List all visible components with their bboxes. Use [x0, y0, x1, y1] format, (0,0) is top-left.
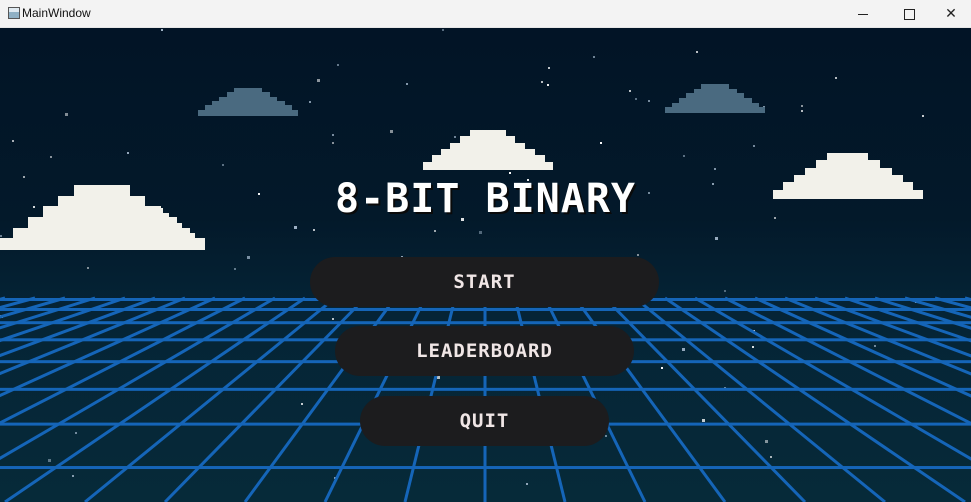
- grid-line-vertical: [0, 296, 36, 310]
- star: [696, 51, 698, 53]
- cloud-block: [470, 130, 506, 138]
- star: [724, 290, 726, 292]
- star: [648, 100, 650, 102]
- star: [479, 231, 482, 234]
- star: [317, 79, 320, 82]
- close-icon: ✕: [945, 6, 957, 22]
- maximize-button[interactable]: [886, 0, 932, 28]
- minimize-button[interactable]: [840, 0, 886, 28]
- star: [161, 29, 163, 31]
- star: [309, 101, 311, 103]
- star: [337, 64, 339, 66]
- star: [752, 346, 754, 348]
- star: [75, 432, 77, 434]
- star: [765, 440, 768, 443]
- star: [605, 435, 607, 437]
- grid-line-vertical: [694, 296, 971, 461]
- minimize-icon: [858, 13, 868, 15]
- star: [593, 56, 595, 58]
- cloud-block: [450, 143, 525, 151]
- window-title: MainWindow: [22, 6, 91, 20]
- star: [294, 226, 297, 229]
- star: [682, 348, 685, 351]
- star: [714, 168, 716, 170]
- star: [637, 254, 639, 256]
- cloud-block: [701, 84, 729, 90]
- leaderboard-button[interactable]: LEADERBOARD: [335, 326, 634, 376]
- start-button[interactable]: START: [310, 257, 659, 307]
- close-button[interactable]: ✕: [931, 0, 971, 28]
- star: [406, 83, 408, 85]
- app-icon: [8, 7, 20, 19]
- grid-line-vertical: [934, 296, 971, 310]
- star: [922, 115, 924, 117]
- title-bar[interactable]: MainWindow ✕: [0, 0, 971, 28]
- star: [234, 268, 236, 270]
- grid-line-vertical: [814, 296, 971, 358]
- pixel-clouds: [0, 84, 923, 250]
- star: [702, 419, 705, 422]
- star: [874, 345, 876, 347]
- cloud-block: [423, 162, 553, 170]
- cloud-block: [827, 153, 868, 162]
- star: [661, 367, 663, 369]
- star: [222, 164, 224, 166]
- star: [801, 110, 803, 112]
- star: [332, 134, 334, 136]
- star: [715, 237, 718, 240]
- star: [454, 136, 456, 138]
- maximize-icon: [903, 8, 915, 20]
- star: [48, 459, 51, 462]
- grid-line-vertical: [603, 296, 807, 502]
- star: [332, 142, 334, 144]
- star: [509, 172, 511, 174]
- star: [801, 105, 803, 107]
- star: [635, 98, 637, 100]
- star: [301, 403, 303, 405]
- grid-line-vertical: [0, 296, 156, 358]
- star: [65, 113, 68, 116]
- star: [548, 67, 550, 69]
- quit-button[interactable]: QUIT: [360, 396, 609, 446]
- star: [526, 483, 528, 485]
- grid-line-vertical: [4, 296, 306, 502]
- grid-line-vertical: [634, 296, 886, 502]
- star: [541, 81, 543, 83]
- star: [247, 256, 250, 259]
- star: [629, 90, 631, 92]
- game-scene: 8-BIT BINARY START LEADERBOARD QUIT: [0, 28, 971, 502]
- game-title: 8-BIT BINARY: [335, 176, 636, 222]
- star: [72, 475, 74, 477]
- star: [127, 152, 129, 154]
- cloud-block: [234, 88, 262, 94]
- grid-line-vertical: [84, 296, 336, 502]
- star: [390, 130, 393, 133]
- star: [434, 230, 436, 232]
- grid-line-vertical: [664, 296, 966, 502]
- star: [87, 267, 89, 269]
- star: [12, 140, 14, 142]
- star: [683, 155, 685, 157]
- star: [600, 142, 602, 144]
- grid-line-vertical: [163, 296, 367, 502]
- star: [50, 156, 52, 158]
- star: [313, 229, 315, 231]
- grid-line-vertical: [0, 296, 276, 461]
- star: [437, 376, 440, 379]
- star: [0, 235, 2, 237]
- star: [332, 318, 334, 320]
- star: [753, 145, 755, 147]
- main-window: MainWindow ✕ 8-BIT BINARY START LEADERBO…: [0, 0, 971, 502]
- star: [547, 84, 549, 86]
- star: [770, 456, 772, 458]
- star: [835, 77, 837, 79]
- star: [442, 29, 444, 31]
